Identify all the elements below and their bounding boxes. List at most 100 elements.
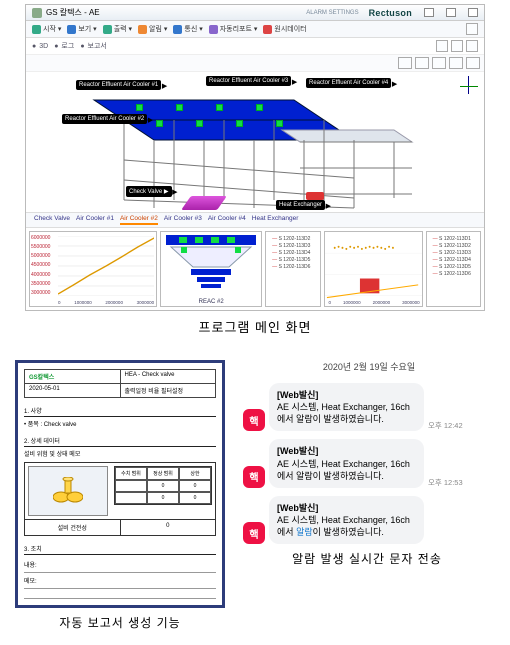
report-valve-illustration xyxy=(28,466,108,516)
comm-icon xyxy=(173,25,182,34)
heat-exchanger-equipment[interactable] xyxy=(306,192,324,200)
sms-avatar-icon: 핵 xyxy=(243,466,265,488)
vp-tool-4[interactable] xyxy=(449,57,463,69)
legend-item: S 1202-113D5 xyxy=(272,257,313,264)
view-tool-1[interactable] xyxy=(436,40,448,52)
vp-tool-5[interactable] xyxy=(466,57,480,69)
toolbar-output[interactable]: 출력 ▾ xyxy=(103,24,132,34)
sms-avatar-icon: 핵 xyxy=(243,409,265,431)
legend-1: S 1202-113D2 S 1202-113D3 S 1202-113D4 S… xyxy=(265,231,320,307)
report-sec-spec: 1. 사양 xyxy=(24,406,216,417)
sms-body: AE 시스템, Heat Exchanger, 16ch 에서 알람이 발생하였… xyxy=(277,459,410,481)
legend-item: S 1202-113D3 xyxy=(433,250,474,257)
vp-tool-1[interactable] xyxy=(398,57,412,69)
toolbar-view[interactable]: 보기 ▾ xyxy=(67,24,96,34)
equipment-diagram[interactable]: REAC #2 xyxy=(160,231,262,307)
ptab-ac4[interactable]: Air Cooler #4 xyxy=(208,215,246,225)
sensor-marker[interactable] xyxy=(156,120,163,127)
toolbar-autoreport[interactable]: 자동리포트 ▾ xyxy=(209,24,258,34)
ptab-checkvalve[interactable]: Check Valve xyxy=(34,215,70,225)
facility-model[interactable] xyxy=(64,90,424,210)
toolbar-rawdata[interactable]: 원시데이터 xyxy=(263,24,306,34)
tab-3d[interactable]: ● 3D xyxy=(32,40,48,52)
play-icon xyxy=(32,25,41,34)
report-blank-row xyxy=(24,589,216,599)
alarm-settings-link[interactable]: ALARM SETTINGS xyxy=(306,10,358,16)
sms-thread: 2020년 2월 19일 수요일 핵 [Web발신] AE 시스템, Heat … xyxy=(239,360,495,544)
brand-logo: Rectuson xyxy=(369,8,412,18)
report-logo: GS칼텍스 xyxy=(25,370,121,383)
toolbar-start[interactable]: 시작 ▾ xyxy=(32,24,61,34)
sensor-marker[interactable] xyxy=(176,104,183,111)
burst-xticks: 01000000 20000003000000 xyxy=(329,300,420,305)
legend-item: S 1202-113D3 xyxy=(272,243,313,250)
axis-triad-icon xyxy=(458,76,478,96)
report-sec-detail: 2. 상세 데이터 xyxy=(24,436,216,447)
sensor-marker[interactable] xyxy=(196,120,203,127)
report-detail-sub: 설비 위험 및 상태 메모 xyxy=(24,449,216,458)
tooltip-heat-exchanger: Heat Exchanger xyxy=(276,200,325,210)
trend-chart-yticks: 6000000 5500000 5000000 4500000 4000000 … xyxy=(31,235,57,296)
sensor-marker[interactable] xyxy=(236,120,243,127)
app-window: GS 칼텍스 - AE ALARM SETTINGS Rectuson 시작 ▾… xyxy=(25,4,485,311)
ptab-ac2[interactable]: Air Cooler #2 xyxy=(120,215,158,225)
sms-message: 핵 [Web발신] AE 시스템, Heat Exchanger, 16ch 에… xyxy=(243,383,463,431)
view-tool-2[interactable] xyxy=(451,40,463,52)
report-sec-note: 3. 조치 xyxy=(24,544,216,555)
toolbar-alert[interactable]: 알림 ▾ xyxy=(138,24,167,34)
legend-item: S 1202-113D2 xyxy=(272,236,313,243)
window-min-button[interactable] xyxy=(424,8,434,17)
3d-viewport[interactable]: Reactor Effluent Air Cooler #1 Reactor E… xyxy=(26,72,484,212)
report-note-content: 내용: xyxy=(24,557,216,573)
report-data-table: 수치 범위정상 범위상한 00 00 xyxy=(114,466,212,505)
sms-bubble[interactable]: [Web발신] AE 시스템, Heat Exchanger, 16ch 에서 … xyxy=(269,496,424,544)
report-note-memo: 메모: xyxy=(24,573,216,589)
panel-tabs: Check Valve Air Cooler #1 Air Cooler #2 … xyxy=(26,212,484,227)
vp-tool-3[interactable] xyxy=(432,57,446,69)
view-tool-3[interactable] xyxy=(466,40,478,52)
sms-message: 핵 [Web발신] AE 시스템, Heat Exchanger, 16ch 에… xyxy=(243,496,424,544)
caption-sms: 알람 발생 실시간 문자 전송 xyxy=(239,550,495,567)
sensor-marker[interactable] xyxy=(276,120,283,127)
ptab-ac1[interactable]: Air Cooler #1 xyxy=(76,215,114,225)
legend-item: S 1202-113D6 xyxy=(272,264,313,271)
panels-row: 6000000 5500000 5000000 4500000 4000000 … xyxy=(26,227,484,310)
sensor-marker[interactable] xyxy=(216,104,223,111)
report-measure-row: 설비 건전성0 xyxy=(24,520,216,536)
legend-item: S 1202-113D4 xyxy=(272,250,313,257)
burst-chart[interactable]: 01000000 20000003000000 xyxy=(324,231,423,307)
toolbar-comm[interactable]: 통신 ▾ xyxy=(173,24,202,34)
output-icon xyxy=(103,25,112,34)
toolbar-util-1[interactable] xyxy=(466,23,478,35)
sensor-marker[interactable] xyxy=(136,104,143,111)
ptab-ac3[interactable]: Air Cooler #3 xyxy=(164,215,202,225)
legend-2: S 1202-113D1 S 1202-113D2 S 1202-113D3 S… xyxy=(426,231,481,307)
caption-report: 자동 보고서 생성 기능 xyxy=(15,614,225,631)
sensor-marker[interactable] xyxy=(256,104,263,111)
vp-tool-2[interactable] xyxy=(415,57,429,69)
view-tabs: ● 3D ● 로그 ● 보고서 xyxy=(26,38,484,55)
window-max-button[interactable] xyxy=(446,8,456,17)
trend-chart[interactable]: 6000000 5500000 5000000 4500000 4000000 … xyxy=(29,231,157,307)
trend-chart-xticks: 0 1000000 2000000 3000000 xyxy=(58,300,154,305)
tooltip-cooler-4: Reactor Effluent Air Cooler #4 xyxy=(306,78,391,88)
caption-main: 프로그램 메인 화면 xyxy=(199,317,312,336)
sms-body: AE 시스템, Heat Exchanger, 16ch 에서 알람이 발생하였… xyxy=(277,515,410,537)
sms-date: 2020년 2월 19일 수요일 xyxy=(323,360,415,373)
legend-item: S 1202-113D2 xyxy=(433,243,474,250)
tab-log[interactable]: ● 로그 xyxy=(54,40,74,52)
sms-bubble[interactable]: [Web발신] AE 시스템, Heat Exchanger, 16ch 에서 … xyxy=(269,383,424,431)
tooltip-check-valve: Check Valve ▶ xyxy=(126,186,172,197)
raw-icon xyxy=(263,25,272,34)
tooltip-cooler-1: Reactor Effluent Air Cooler #1 xyxy=(76,80,161,90)
report-date: 2020-05-01 xyxy=(25,384,121,397)
tab-report[interactable]: ● 보고서 xyxy=(80,40,107,52)
sms-time: 오후 12:53 xyxy=(428,477,463,488)
sms-time: 오후 12:42 xyxy=(428,420,463,431)
legend-item: S 1202-113D6 xyxy=(433,271,474,278)
sms-bubble[interactable]: [Web발신] AE 시스템, Heat Exchanger, 16ch 에서 … xyxy=(269,439,424,487)
legend-item: S 1202-113D1 xyxy=(433,236,474,243)
window-close-button[interactable] xyxy=(468,8,478,17)
legend-item: S 1202-113D5 xyxy=(433,264,474,271)
ptab-heatex[interactable]: Heat Exchanger xyxy=(252,215,299,225)
